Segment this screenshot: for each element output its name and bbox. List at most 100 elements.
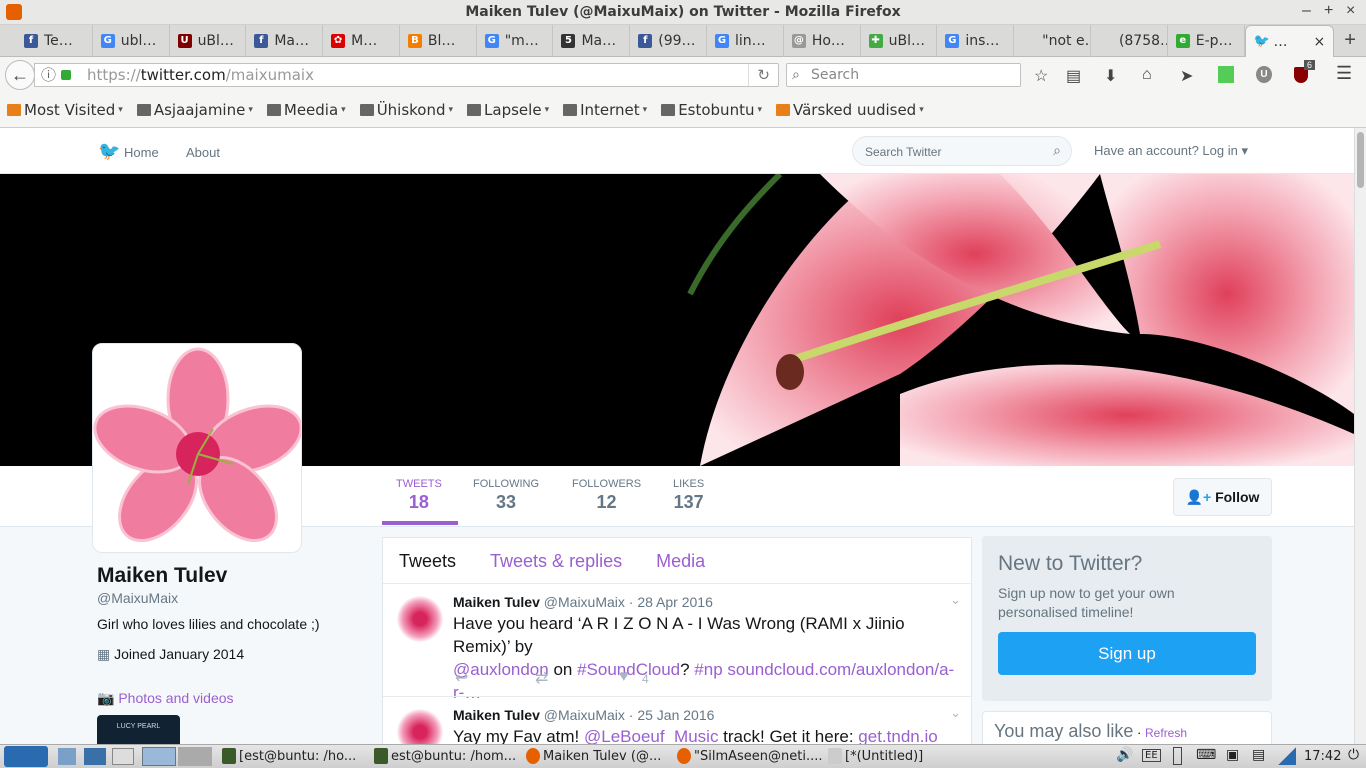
stat-following[interactable]: FOLLOWING 33 (473, 478, 539, 513)
browser-tab[interactable]: e E-p… (1168, 25, 1245, 57)
login-link[interactable]: Have an account? Log in ▾ (1094, 143, 1248, 159)
keyboard-layout-icon[interactable]: EE (1142, 749, 1161, 762)
task-firefox-2[interactable]: "SilmAseen@neti.... (677, 748, 823, 764)
network-icon[interactable] (84, 748, 106, 765)
menu-icon[interactable]: ☰ (1336, 63, 1352, 84)
browser-tab[interactable]: (8758… (1091, 25, 1168, 57)
network-signal-icon[interactable] (1278, 747, 1296, 765)
start-menu-button[interactable] (4, 746, 48, 767)
tab-media[interactable]: Media (656, 551, 705, 571)
profile-avatar[interactable] (92, 343, 302, 553)
power-icon[interactable]: ⏻ (1348, 747, 1359, 763)
browser-tab[interactable]: ✚ uBl… (861, 25, 938, 57)
task-editor[interactable]: [*(Untitled)] (828, 748, 923, 764)
twitter-search-input[interactable]: Search Twitter ⌕ (852, 136, 1072, 166)
tweet-avatar[interactable] (397, 596, 443, 642)
bookmark-folder[interactable]: Värsked uudised ▾ (776, 101, 924, 119)
tweet-author[interactable]: Maiken Tulev (453, 707, 540, 723)
browser-tab[interactable]: @ Ho… (784, 25, 861, 57)
browser-tab[interactable]: UuBl… (170, 25, 247, 57)
photos-videos-link[interactable]: 📷 Photos and videos (97, 690, 234, 707)
url-bar[interactable]: ⓘ https://twitter.com/maixumaix ↻ (34, 63, 779, 87)
search-input[interactable]: ⌕ Search (786, 63, 1021, 87)
hashtag-link[interactable]: #np (694, 660, 722, 679)
browser-tab[interactable]: f Ma… (246, 25, 324, 57)
refresh-link[interactable]: Refresh (1145, 726, 1187, 740)
home-icon[interactable]: ⌂ (1142, 66, 1152, 84)
browser-tab[interactable]: G "m… (477, 25, 554, 57)
stat-followers[interactable]: FOLLOWERS 12 (572, 478, 641, 513)
clock[interactable]: 17:42 (1304, 749, 1341, 764)
browser-tab[interactable]: B Bl… (400, 25, 477, 57)
extension-green-icon[interactable] (1218, 66, 1234, 83)
maximize-button[interactable]: + (1324, 2, 1333, 20)
tweet-date[interactable]: · 25 Jan 2016 (629, 707, 715, 723)
reading-list-icon[interactable]: ▤ (1066, 66, 1081, 86)
chevron-down-icon[interactable]: ⌄ (950, 592, 961, 608)
like-icon[interactable]: ♥ (619, 668, 629, 686)
usb-icon[interactable]: ▣ (1226, 747, 1239, 763)
tweet-item[interactable]: Maiken Tulev @MaixuMaix · 25 Jan 2016 ⌄ … (383, 696, 971, 755)
stat-likes[interactable]: LIKES 137 (673, 478, 704, 513)
profile-handle[interactable]: @MaixuMaix (97, 590, 178, 606)
tweet-handle[interactable]: @MaixuMaix (544, 707, 625, 723)
media-thumbnail[interactable]: LUCY PEARL (97, 715, 180, 745)
tab-tweets-replies[interactable]: Tweets & replies (490, 551, 622, 571)
onscreen-keyboard-icon[interactable]: ⌨ (1196, 747, 1216, 763)
browser-tab[interactable]: f Te… (16, 25, 93, 57)
volume-icon[interactable]: 🔊 (1116, 747, 1133, 763)
bookmark-folder[interactable]: Lapsele ▾ (467, 101, 549, 119)
twitter-bird-icon[interactable]: 🐦 (98, 141, 120, 162)
browser-tab[interactable]: 5 Ma… (553, 25, 631, 57)
battery-icon[interactable] (1173, 747, 1182, 765)
reload-icon[interactable]: ↻ (748, 64, 770, 86)
tweet-date[interactable]: · 28 Apr 2016 (629, 594, 713, 610)
browser-tab-active[interactable]: 🐦… × (1244, 25, 1335, 57)
task-terminal-2[interactable]: est@buntu: /hom... (374, 748, 516, 764)
signup-button[interactable]: Sign up (998, 632, 1256, 675)
task-firefox[interactable]: Maiken Tulev (@... (526, 748, 661, 764)
bookmark-star-icon[interactable]: ☆ (1034, 66, 1048, 86)
bookmark-folder[interactable]: Most Visited ▾ (7, 101, 123, 119)
file-manager-icon[interactable] (58, 748, 76, 765)
retweet-icon[interactable]: ⇄ (535, 668, 548, 688)
tweet-item[interactable]: Maiken Tulev @MaixuMaix · 28 Apr 2016 ⌄ … (383, 583, 971, 702)
bookmark-folder[interactable]: Ühiskond ▾ (359, 101, 453, 119)
chevron-down-icon[interactable]: ⌄ (950, 705, 961, 721)
follow-button[interactable]: 👤+ Follow (1173, 478, 1272, 516)
minimize-button[interactable]: – (1302, 2, 1311, 20)
browser-tab[interactable]: f (99… (630, 25, 708, 57)
tweet-author[interactable]: Maiken Tulev (453, 594, 540, 610)
new-tab-button[interactable]: + (1334, 25, 1366, 56)
browser-tab[interactable]: "not e… (1014, 25, 1091, 57)
task-terminal-1[interactable]: [est@buntu: /ho... (222, 748, 356, 764)
bookmark-folder[interactable]: Meedia ▾ (266, 101, 346, 119)
profile-name[interactable]: Maiken Tulev (97, 564, 227, 588)
close-window-button[interactable]: × (1346, 2, 1355, 20)
nav-about[interactable]: About (186, 145, 220, 160)
workspace-2[interactable] (178, 747, 212, 766)
window-icon[interactable] (112, 748, 134, 765)
workspace-1[interactable] (142, 747, 176, 766)
browser-tab[interactable]: Gubl… (93, 25, 170, 57)
stat-tweets[interactable]: TWEETS 18 (396, 478, 442, 513)
close-tab-icon[interactable]: × (1314, 34, 1326, 50)
notes-icon[interactable]: ▤ (1252, 747, 1265, 763)
tweet-handle[interactable]: @MaixuMaix (544, 594, 625, 610)
page-scrollbar[interactable] (1354, 128, 1366, 744)
browser-tab[interactable]: Glin… (707, 25, 784, 57)
hashtag-link[interactable]: #SoundCloud (577, 660, 680, 679)
downloads-icon[interactable]: ⬇ (1104, 66, 1117, 86)
info-icon[interactable]: ⓘ (41, 64, 56, 86)
bookmark-folder[interactable]: Estobuntu ▾ (661, 101, 762, 119)
back-button[interactable]: ← (5, 60, 35, 90)
bookmark-folder[interactable]: Internet ▾ (563, 101, 647, 119)
browser-tab[interactable]: Gins… (937, 25, 1015, 57)
nav-home[interactable]: Home (124, 145, 159, 160)
reply-icon[interactable]: ↩ (455, 668, 468, 688)
send-icon[interactable]: ➤ (1180, 66, 1193, 86)
scrollbar-thumb[interactable] (1357, 132, 1364, 188)
browser-tab[interactable]: ✿ M… (323, 25, 400, 57)
ublock-grey-icon[interactable]: U (1256, 66, 1272, 83)
tab-tweets[interactable]: Tweets (399, 551, 456, 571)
